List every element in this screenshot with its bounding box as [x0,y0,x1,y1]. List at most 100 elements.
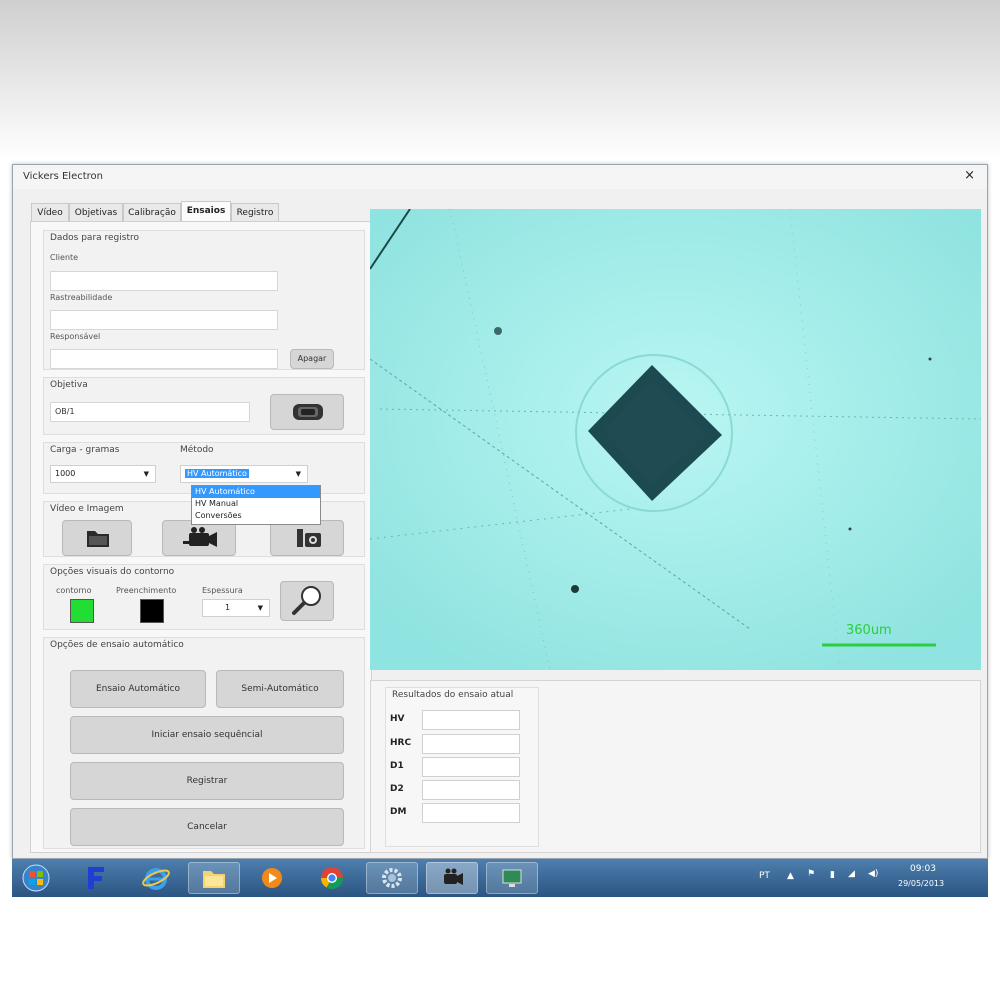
results-group: Resultados do ensaio atual HV HRC D1 D2 … [385,687,539,847]
group-automatico: Opções de ensaio automático Ensaio Autom… [43,637,365,849]
taskbar-file-explorer[interactable] [188,862,240,894]
taskbar-camera-app[interactable] [426,862,478,894]
metodo-select[interactable]: HV Automático ▼ [180,465,308,483]
chrome-icon [321,867,343,889]
metodo-value: HV Automático [185,469,249,478]
camera-icon [297,529,321,547]
snapshot-button[interactable] [270,520,344,556]
carga-select[interactable]: 1000 ▼ [50,465,156,483]
folder-icon [203,871,225,888]
ensaio-automatico-button[interactable]: Ensaio Automático [70,670,206,708]
metodo-option-hv-manual[interactable]: HV Manual [192,498,320,510]
cliente-input[interactable] [50,271,278,291]
start-button[interactable] [14,862,58,894]
tab-calibracao[interactable]: Calibração [123,203,181,221]
show-hidden-icons-icon[interactable]: ▲ [787,871,794,881]
contorno-color-swatch[interactable] [70,599,94,623]
results-title: Resultados do ensaio atual [392,690,514,700]
chevron-down-icon: ▼ [143,470,149,478]
background-gradient [0,0,1000,160]
hrc-value [422,734,520,754]
hrc-label: HRC [390,738,412,748]
carga-value: 1000 [55,469,76,478]
automatico-title: Opções de ensaio automático [50,640,184,650]
chevron-down-icon: ▼ [295,470,301,478]
left-panel: Dados para registro Cliente Rastreabilid… [30,221,372,853]
metodo-title: Método [180,445,214,455]
preenchimento-label: Preenchimento [116,586,177,595]
taskbar-f-app[interactable] [70,862,122,894]
taskbar-chrome[interactable] [306,862,358,894]
tab-video[interactable]: Vídeo [31,203,69,221]
open-folder-button[interactable] [62,520,132,556]
volume-icon[interactable]: ◀) [868,869,878,879]
group-objetiva: Objetiva OB/1 [43,377,365,435]
d1-value [422,757,520,777]
objetiva-title: Objetiva [50,380,88,390]
scale-bar-label: 360um [846,623,892,638]
internet-explorer-icon [142,868,170,890]
espessura-label: Espessura [202,586,243,595]
objetiva-input[interactable]: OB/1 [50,402,250,422]
hv-value [422,710,520,730]
preenchimento-color-swatch[interactable] [140,599,164,623]
group-registro: Dados para registro Cliente Rastreabilid… [43,230,365,370]
d2-label: D2 [390,784,404,794]
cancelar-button[interactable]: Cancelar [70,808,344,846]
rastreabilidade-input[interactable] [50,310,278,330]
zoom-button[interactable] [280,581,334,621]
window-title: Vickers Electron [23,171,103,182]
espessura-select[interactable]: 1 ▼ [202,599,270,617]
tab-objetivas[interactable]: Objetivas [69,203,123,221]
hv-label: HV [390,714,405,724]
objetiva-capture-button[interactable] [270,394,344,430]
metodo-option-hv-automatico[interactable]: HV Automático [192,486,320,498]
dm-value [422,803,520,823]
apagar-button[interactable]: Apagar [290,349,334,369]
windows-logo-icon [22,864,50,892]
tab-ensaios[interactable]: Ensaios [181,201,231,221]
folder-icon [87,531,109,547]
group-registro-title: Dados para registro [50,233,139,243]
title-bar: Vickers Electron × [13,165,987,189]
d1-label: D1 [390,761,404,771]
tab-registro[interactable]: Registro [231,203,279,221]
microscope-image[interactable]: 360um [370,209,981,670]
magnifier-icon [292,586,321,615]
contorno-label: contorno [56,586,92,595]
media-player-icon [262,868,282,888]
f-app-icon [88,867,104,889]
indentation-image [370,209,981,670]
flag-icon[interactable]: ⚑ [807,869,815,879]
carga-title: Carga - gramas [50,445,120,455]
clock-time[interactable]: 09:03 [910,864,936,874]
taskbar: PT ▲ ⚑ ▮ ◢ ◀) 09:03 29/05/2013 [12,859,988,897]
responsavel-label: Responsável [50,332,101,341]
metodo-option-conversoes[interactable]: Conversões [192,510,320,522]
language-indicator[interactable]: PT [759,871,770,881]
chevron-down-icon: ▼ [257,604,263,612]
video-camera-button[interactable] [162,520,236,556]
taskbar-internet-explorer[interactable] [130,862,182,894]
d2-value [422,780,520,800]
iniciar-sequencial-button[interactable]: Iniciar ensaio sequêncial [70,716,344,754]
dm-label: DM [390,807,407,817]
battery-icon[interactable]: ▮ [830,870,835,880]
video-camera-icon [444,868,463,885]
semi-automatico-button[interactable]: Semi-Automático [216,670,344,708]
metodo-dropdown-list: HV Automático HV Manual Conversões [191,485,321,525]
taskbar-media-player[interactable] [246,862,298,894]
gear-icon [382,868,402,888]
lens-icon [293,404,323,420]
espessura-value: 1 [225,603,231,612]
taskbar-settings-app[interactable] [366,862,418,894]
registrar-button[interactable]: Registrar [70,762,344,800]
close-icon[interactable]: × [964,168,975,183]
network-icon[interactable]: ◢ [848,869,855,879]
cliente-label: Cliente [50,253,79,262]
clock-date[interactable]: 29/05/2013 [898,879,944,888]
responsavel-input[interactable] [50,349,278,369]
app-window: Vickers Electron × Vídeo Objetivas Calib… [12,164,988,859]
video-imagem-title: Vídeo e Imagem [50,504,124,514]
taskbar-remote-app[interactable] [486,862,538,894]
